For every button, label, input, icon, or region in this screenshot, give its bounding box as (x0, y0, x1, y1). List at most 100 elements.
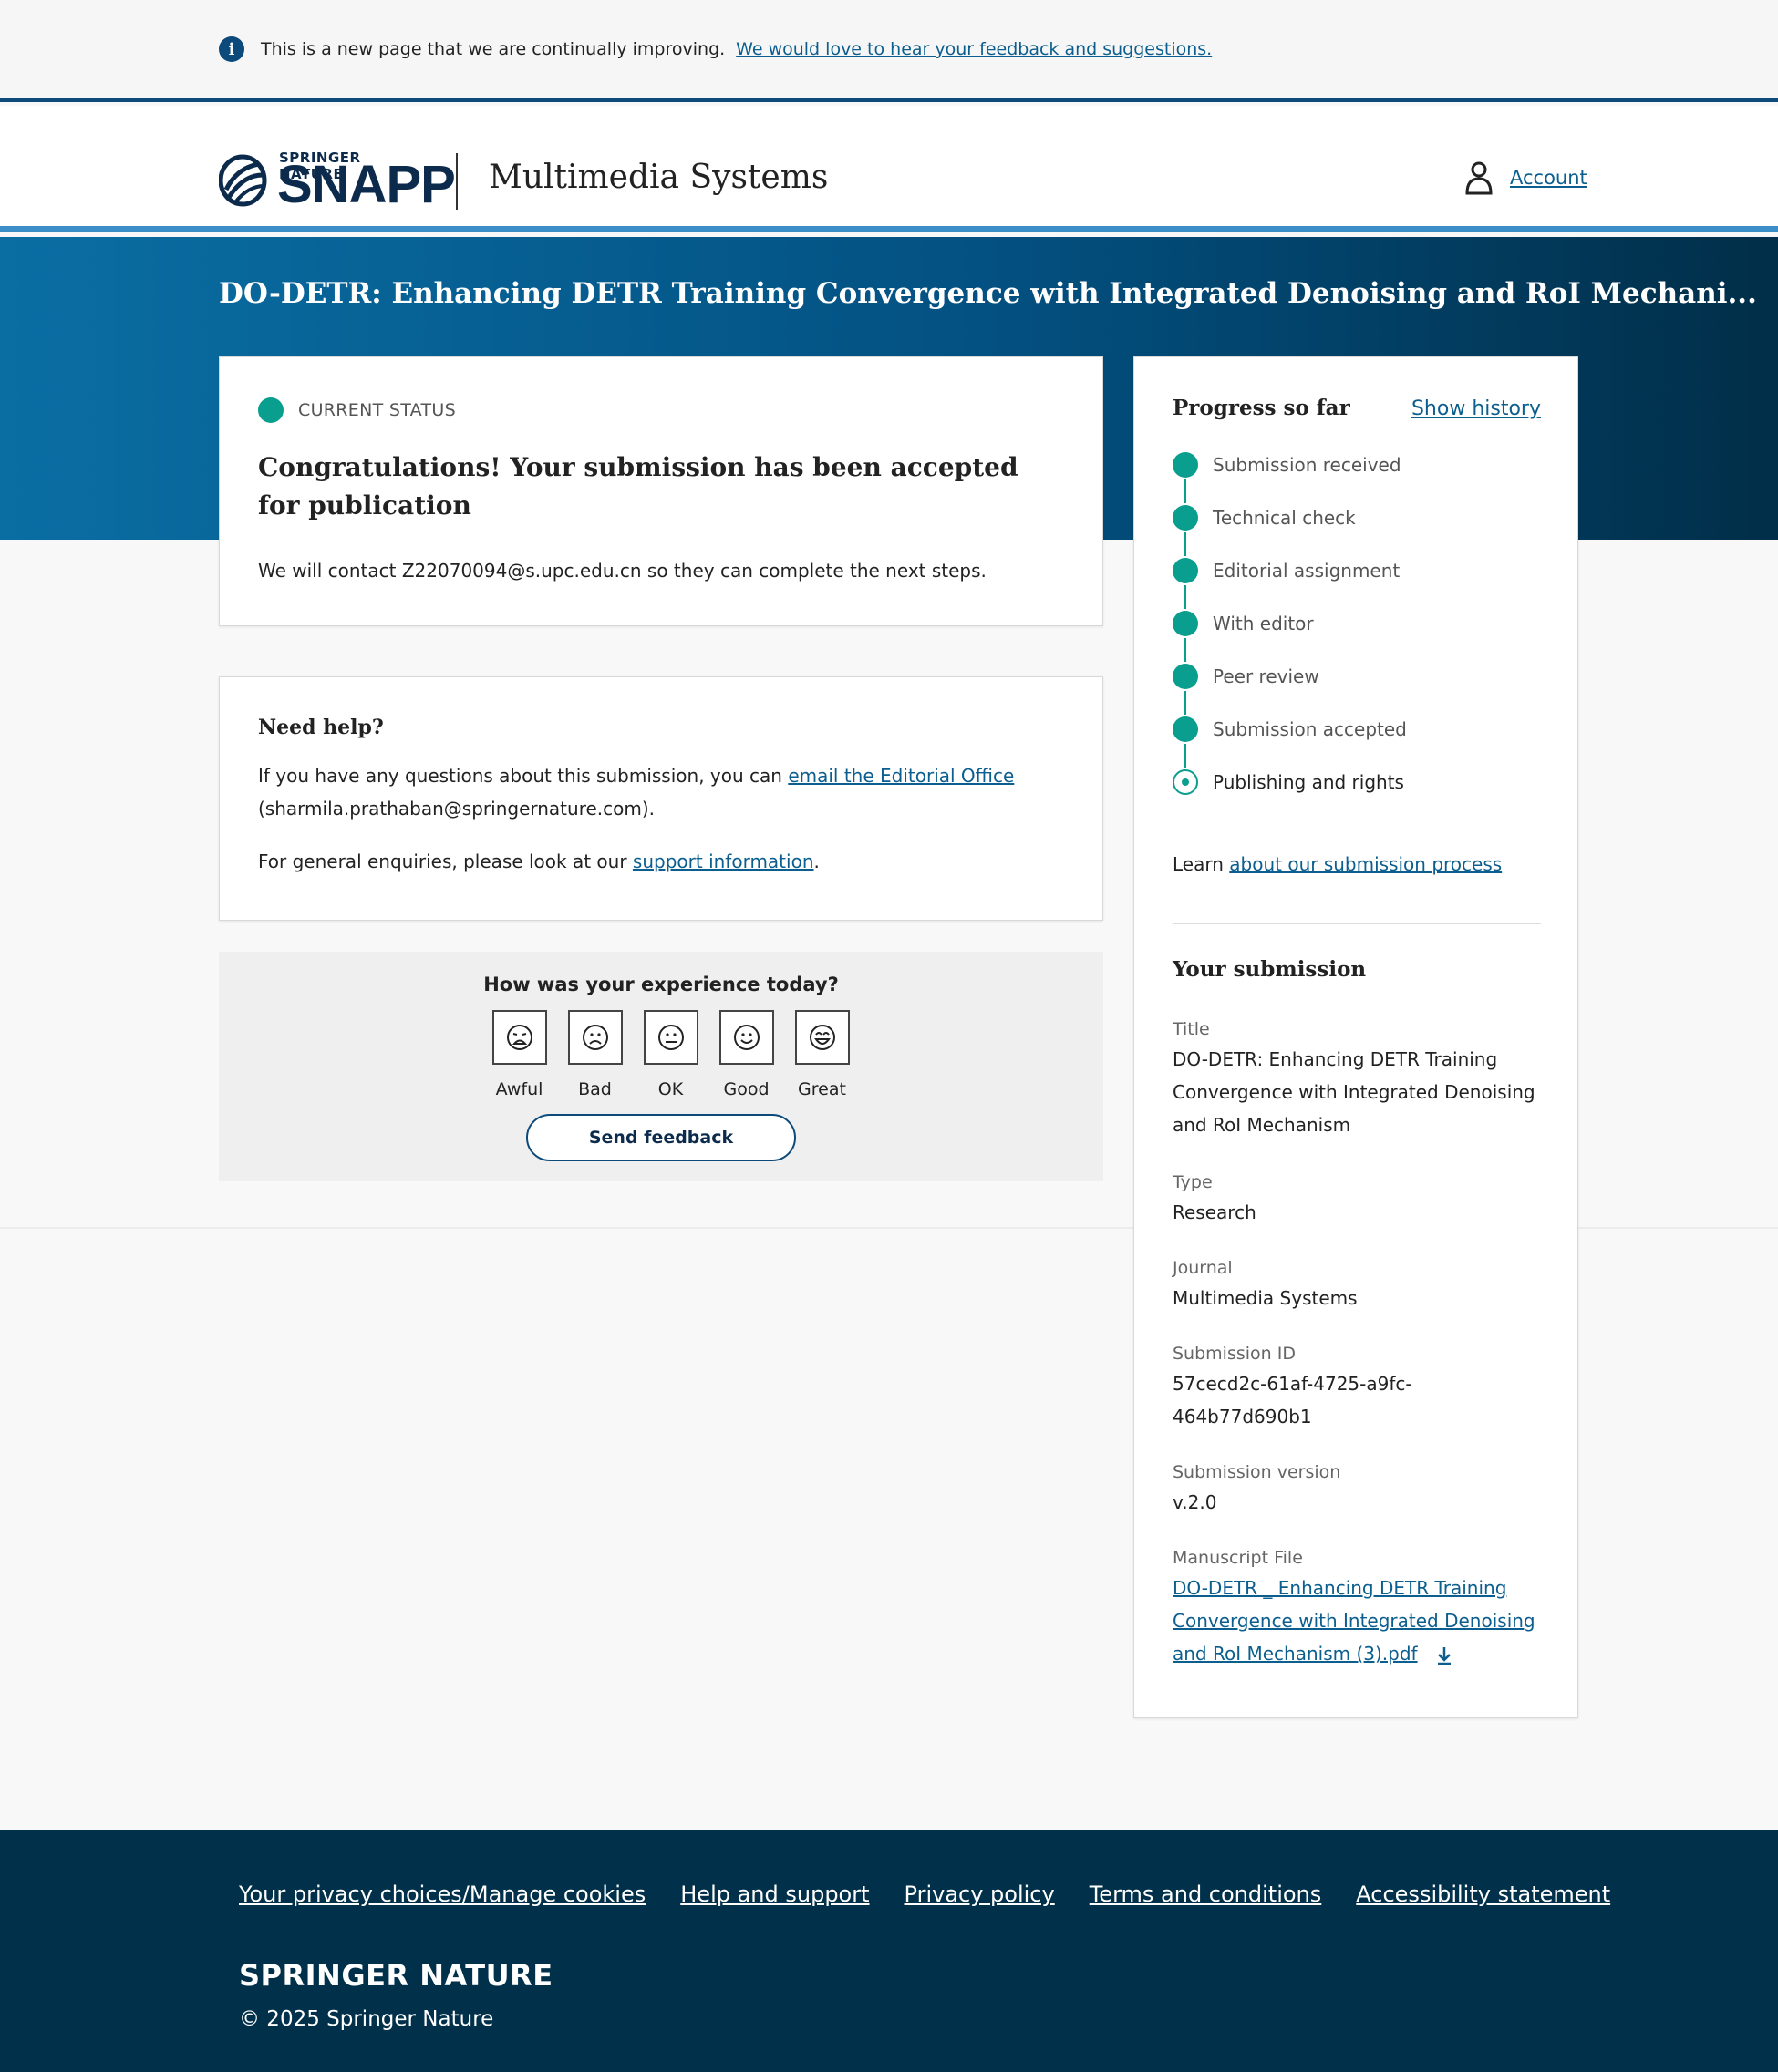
springer-nature-logo: SPRINGER NATURE (239, 1958, 553, 1993)
email-editorial-office-link[interactable]: email the Editorial Office (788, 765, 1014, 787)
download-icon[interactable] (1434, 1645, 1454, 1665)
privacy-choices-link[interactable]: Your privacy choices/Manage cookies (239, 1881, 646, 1907)
manuscript-download[interactable]: DO-DETR _ Enhancing DETR Training Conver… (1173, 1572, 1541, 1670)
meta-manuscript-file: Manuscript File DO-DETR _ Enhancing DETR… (1173, 1548, 1541, 1670)
meta-version: Submission version v.2.0 (1173, 1462, 1541, 1519)
step-submission-accepted: Submission accepted (1173, 716, 1407, 769)
step-editorial-assignment: Editorial assignment (1173, 558, 1407, 611)
step-connector (1184, 744, 1186, 768)
step-technical-check: Technical check (1173, 505, 1407, 558)
help-and-support-link[interactable]: Help and support (680, 1881, 869, 1907)
rating-awful[interactable]: Awful (481, 1010, 557, 1099)
progress-steps: Submission received Technical check Edit… (1173, 452, 1407, 822)
your-submission-heading: Your submission (1173, 957, 1367, 982)
meta-value: Multimedia Systems (1173, 1287, 1358, 1309)
site-footer: Your privacy choices/Manage cookies Help… (0, 1830, 1778, 2072)
page-title: DO-DETR: Enhancing DETR Training Converg… (219, 277, 1757, 310)
step-submission-received: Submission received (1173, 452, 1407, 505)
rating-bad[interactable]: Bad (557, 1010, 633, 1099)
help-text: . (813, 850, 820, 872)
rating-great[interactable]: Great (784, 1010, 860, 1099)
rating-ok[interactable]: OK (633, 1010, 708, 1099)
rating-label: Awful (495, 1079, 543, 1099)
step-connector (1184, 532, 1186, 556)
meta-title: Title DO-DETR: Enhancing DETR Training C… (1173, 1019, 1541, 1141)
step-label: Publishing and rights (1213, 771, 1404, 793)
progress-sidebar: Progress so far Show history Submission … (1133, 356, 1578, 1718)
snapp-logo[interactable]: SPRINGER NATURE SNAPP (219, 149, 456, 211)
journal-name: Multimedia Systems (489, 159, 829, 196)
meta-label: Title (1173, 1019, 1210, 1039)
status-header: CURRENT STATUS (258, 397, 456, 423)
status-label: CURRENT STATUS (298, 400, 456, 420)
awful-face-icon[interactable] (491, 1010, 547, 1065)
rating-label: Bad (578, 1079, 612, 1099)
status-text: We will contact Z22070094@s.upc.edu.cn s… (258, 560, 987, 582)
step-label: Technical check (1213, 507, 1356, 529)
brand-main: SNAPP (277, 155, 456, 214)
rating-label: Great (798, 1079, 846, 1099)
springer-swirl-icon (219, 154, 267, 207)
bad-face-icon[interactable] (567, 1010, 623, 1065)
feedback-link[interactable]: We would love to hear your feedback and … (736, 39, 1212, 59)
feedback-panel: How was your experience today? Awful Bad… (219, 952, 1103, 1181)
help-card: Need help? If you have any questions abo… (219, 676, 1103, 921)
step-connector (1184, 585, 1186, 609)
support-information-link[interactable]: support information (633, 850, 814, 872)
learn-prefix: Learn (1173, 853, 1230, 875)
terms-and-conditions-link[interactable]: Terms and conditions (1090, 1881, 1322, 1907)
good-face-icon[interactable] (718, 1010, 774, 1065)
status-title: Congratulations! Your submission has bee… (258, 452, 1018, 521)
meta-value: v.2.0 (1173, 1491, 1217, 1513)
step-complete-icon (1173, 611, 1198, 636)
meta-label: Manuscript File (1173, 1548, 1303, 1568)
site-header: SPRINGER NATURE SNAPP Multimedia Systems… (0, 106, 1778, 232)
step-connector (1184, 638, 1186, 662)
step-complete-icon (1173, 664, 1198, 689)
step-connector (1184, 479, 1186, 503)
header-divider (456, 153, 458, 210)
step-complete-icon (1173, 716, 1198, 742)
meta-label: Submission version (1173, 1462, 1341, 1482)
step-label: With editor (1213, 613, 1314, 634)
meta-value: DO-DETR: Enhancing DETR Training Converg… (1173, 1048, 1535, 1136)
privacy-policy-link[interactable]: Privacy policy (905, 1881, 1055, 1907)
meta-label: Submission ID (1173, 1344, 1296, 1364)
notice-message: This is a new page that we are continual… (261, 39, 726, 59)
accessibility-statement-link[interactable]: Accessibility statement (1356, 1881, 1610, 1907)
meta-journal: Journal Multimedia Systems (1173, 1258, 1541, 1314)
learn-text: Learn about our submission process (1173, 853, 1502, 875)
status-card: CURRENT STATUS Congratulations! Your sub… (219, 356, 1103, 626)
rating-label: Good (723, 1079, 770, 1099)
show-history-link[interactable]: Show history (1411, 397, 1541, 420)
rating-label: OK (657, 1079, 684, 1099)
help-text: If you have any questions about this sub… (258, 765, 789, 787)
meta-value: Research (1173, 1201, 1256, 1223)
step-label: Submission accepted (1213, 718, 1407, 740)
notice-bar: i This is a new page that we are continu… (0, 0, 1778, 102)
person-icon (1465, 161, 1493, 195)
manuscript-file-link[interactable]: DO-DETR _ Enhancing DETR Training Conver… (1173, 1577, 1535, 1665)
rating-options: Awful Bad OK Good Great (481, 1010, 860, 1099)
great-face-icon[interactable] (794, 1010, 850, 1065)
footer-links: Your privacy choices/Manage cookies Help… (239, 1881, 1645, 1907)
meta-label: Journal (1173, 1258, 1233, 1278)
editorial-email: (sharmila.prathaban@springernature.com). (258, 798, 656, 820)
rating-good[interactable]: Good (708, 1010, 784, 1099)
account-link[interactable]: Account (1510, 167, 1587, 189)
neutral-face-icon[interactable] (643, 1010, 698, 1065)
help-text: For general enquiries, please look at ou… (258, 850, 633, 872)
step-complete-icon (1173, 558, 1198, 583)
step-connector (1184, 691, 1186, 715)
step-with-editor: With editor (1173, 611, 1407, 664)
step-label: Editorial assignment (1213, 560, 1401, 582)
sidebar-divider (1173, 923, 1541, 924)
step-publishing-and-rights: Publishing and rights (1173, 769, 1407, 822)
submission-process-link[interactable]: about our submission process (1229, 853, 1502, 875)
meta-value: 57cecd2c-61af-4725-a9fc-464b77d690b1 (1173, 1373, 1412, 1428)
help-heading: Need help? (258, 716, 384, 739)
send-feedback-button[interactable]: Send feedback (526, 1114, 796, 1161)
account-menu[interactable]: Account (1464, 160, 1587, 195)
help-paragraph-1: If you have any questions about this sub… (258, 759, 1060, 825)
step-label: Peer review (1213, 665, 1319, 687)
